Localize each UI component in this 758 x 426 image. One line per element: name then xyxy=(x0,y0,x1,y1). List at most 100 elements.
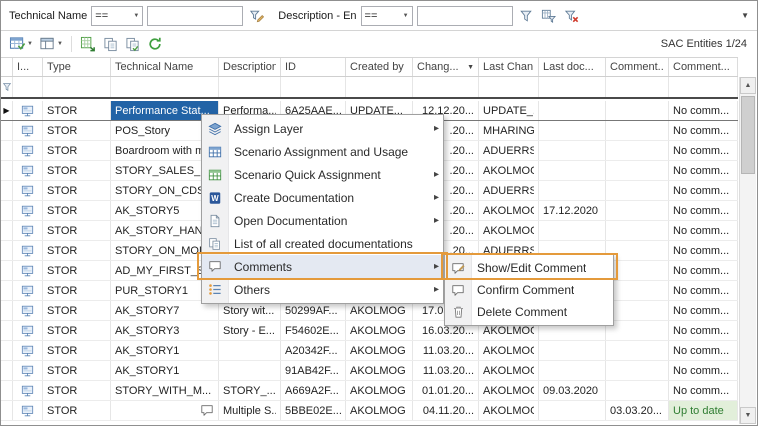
scrollbar-thumb[interactable] xyxy=(741,96,755,174)
export-excel-button[interactable] xyxy=(78,33,99,55)
cell-comment2[interactable]: No comm... xyxy=(669,261,738,280)
column-header-last-chan-7[interactable]: Last Chan... xyxy=(479,58,539,76)
cell-last_doc[interactable] xyxy=(539,341,606,360)
filter-panel-dropdown-button[interactable]: ▼ xyxy=(739,5,751,27)
filter-cell-last-chan-7[interactable] xyxy=(479,77,539,97)
cell-id[interactable]: A20342F... xyxy=(281,341,346,360)
filter-cell-id-4[interactable] xyxy=(281,77,346,97)
cell-name[interactable] xyxy=(111,401,219,420)
cell-changed[interactable]: 11.03.20... xyxy=(413,341,479,360)
cell-type[interactable]: STOR xyxy=(43,261,111,280)
cell-comment2[interactable]: Up to date xyxy=(669,401,738,420)
cell-comment1[interactable] xyxy=(606,101,669,120)
cell-last_changed[interactable]: AKOLMOG xyxy=(479,381,539,400)
menu-item-create-documentation[interactable]: WCreate Documentation▸ xyxy=(202,186,443,209)
cell-changed[interactable]: 11.03.20... xyxy=(413,361,479,380)
column-header-id-4[interactable]: ID xyxy=(281,58,346,76)
table-row[interactable]: STORAK_STORY191AB42F...AKOLMOG11.03.20..… xyxy=(1,361,738,381)
cell-type[interactable]: STOR xyxy=(43,361,111,380)
table-row[interactable]: STORSTORY_WITH_M...STORY_...A669A2F...AK… xyxy=(1,381,738,401)
cell-comment2[interactable]: No comm... xyxy=(669,181,738,200)
filter-cell-type-1[interactable] xyxy=(43,77,111,97)
cell-desc[interactable]: Story - E... xyxy=(219,321,281,340)
vertical-scrollbar[interactable]: ▲ ▼ xyxy=(739,77,756,424)
cell-desc[interactable]: Multiple S... xyxy=(219,401,281,420)
table-row[interactable]: STORMultiple S...5BBE02E...AKOLMOG04.11.… xyxy=(1,401,738,421)
menu-item-open-documentation[interactable]: Open Documentation▸ xyxy=(202,209,443,232)
cell-type[interactable]: STOR xyxy=(43,121,111,140)
cell-created_by[interactable]: AKOLMOG xyxy=(346,401,413,420)
filter-cell-i-0[interactable] xyxy=(13,77,43,97)
cell-created_by[interactable]: AKOLMOG xyxy=(346,341,413,360)
apply-filter-button[interactable] xyxy=(517,5,535,27)
cell-comment1[interactable] xyxy=(606,121,669,140)
cell-desc[interactable] xyxy=(219,361,281,380)
cell-comment1[interactable] xyxy=(606,221,669,240)
menu-item-others[interactable]: Others▸ xyxy=(202,278,443,301)
cell-comment2[interactable]: No comm... xyxy=(669,241,738,260)
filter-operator2-select[interactable]: == ▼ xyxy=(361,6,413,26)
filter-cell-comment-10[interactable] xyxy=(669,77,738,97)
menu-item-show-edit-comment[interactable]: Show/Edit Comment xyxy=(445,257,613,279)
filter-cell-technical-name-2[interactable] xyxy=(111,77,219,97)
cell-comment1[interactable] xyxy=(606,301,669,320)
cell-comment1[interactable] xyxy=(606,381,669,400)
copy-button[interactable] xyxy=(101,33,121,55)
cell-last_changed[interactable]: AKOLMOG xyxy=(479,401,539,420)
cell-comment1[interactable] xyxy=(606,361,669,380)
cell-type[interactable]: STOR xyxy=(43,381,111,400)
cell-comment1[interactable] xyxy=(606,341,669,360)
filter-cell-chang-6[interactable] xyxy=(413,77,479,97)
cell-type[interactable]: STOR xyxy=(43,281,111,300)
cell-last_doc[interactable] xyxy=(539,361,606,380)
cell-comment1[interactable]: 03.03.20... xyxy=(606,401,669,420)
scroll-down-button[interactable]: ▼ xyxy=(740,407,756,424)
cell-type[interactable]: STOR xyxy=(43,241,111,260)
table-row[interactable]: STORAK_STORY1A20342F...AKOLMOG11.03.20..… xyxy=(1,341,738,361)
cell-comment2[interactable]: No comm... xyxy=(669,101,738,120)
filter-grid-button[interactable] xyxy=(539,5,558,27)
cell-last_changed[interactable]: MHARING xyxy=(479,121,539,140)
column-header-chang-6[interactable]: Chang...▼ xyxy=(413,58,479,76)
cell-comment2[interactable]: No comm... xyxy=(669,221,738,240)
cell-created_by[interactable]: AKOLMOG xyxy=(346,361,413,380)
cell-name[interactable]: AK_STORY1 xyxy=(111,361,219,380)
cell-last_changed[interactable]: AKOLMOG xyxy=(479,201,539,220)
cell-comment1[interactable] xyxy=(606,141,669,160)
table-row[interactable]: STORAK_STORY3Story - E...F54602E...AKOLM… xyxy=(1,321,738,341)
cell-comment2[interactable]: No comm... xyxy=(669,201,738,220)
column-header-created-by-5[interactable]: Created by xyxy=(346,58,413,76)
cell-last_doc[interactable] xyxy=(539,181,606,200)
column-header-technical-name-2[interactable]: Technical Name xyxy=(111,58,219,76)
cell-comment2[interactable]: No comm... xyxy=(669,141,738,160)
menu-item-scenario-assignment-and-usage[interactable]: Scenario Assignment and Usage xyxy=(202,140,443,163)
filter-cell-last-doc-8[interactable] xyxy=(539,77,606,97)
cell-name[interactable]: AK_STORY1 xyxy=(111,341,219,360)
filter-operator1-select[interactable]: == ▼ xyxy=(91,6,143,26)
cell-comment2[interactable]: No comm... xyxy=(669,161,738,180)
cell-type[interactable]: STOR xyxy=(43,301,111,320)
menu-item-delete-comment[interactable]: Delete Comment xyxy=(445,301,613,323)
cell-comment2[interactable]: No comm... xyxy=(669,381,738,400)
cell-comment1[interactable] xyxy=(606,241,669,260)
filter-edit-button[interactable] xyxy=(247,5,266,27)
table-row[interactable]: STORAK_STORY7Story wit...50299AF...AKOLM… xyxy=(1,301,738,321)
cell-comment1[interactable] xyxy=(606,321,669,340)
cell-desc[interactable] xyxy=(219,341,281,360)
cell-last_changed[interactable]: AKOLMOG xyxy=(479,161,539,180)
cell-last_changed[interactable]: UPDATE_... xyxy=(479,101,539,120)
cell-type[interactable]: STOR xyxy=(43,141,111,160)
column-header-type-1[interactable]: Type xyxy=(43,58,111,76)
cell-type[interactable]: STOR xyxy=(43,321,111,340)
cell-created_by[interactable]: AKOLMOG xyxy=(346,321,413,340)
cell-comment1[interactable] xyxy=(606,161,669,180)
filter-cell-description-3[interactable] xyxy=(219,77,281,97)
refresh-button[interactable] xyxy=(145,33,165,55)
cell-last_changed[interactable]: ADUERRS... xyxy=(479,181,539,200)
cell-last_doc[interactable] xyxy=(539,161,606,180)
cell-type[interactable]: STOR xyxy=(43,101,111,120)
column-header-i-0[interactable]: I... xyxy=(13,58,43,76)
cell-last_changed[interactable]: AKOLMOG xyxy=(479,361,539,380)
cell-id[interactable]: F54602E... xyxy=(281,321,346,340)
cell-last_doc[interactable]: 09.03.2020 xyxy=(539,381,606,400)
